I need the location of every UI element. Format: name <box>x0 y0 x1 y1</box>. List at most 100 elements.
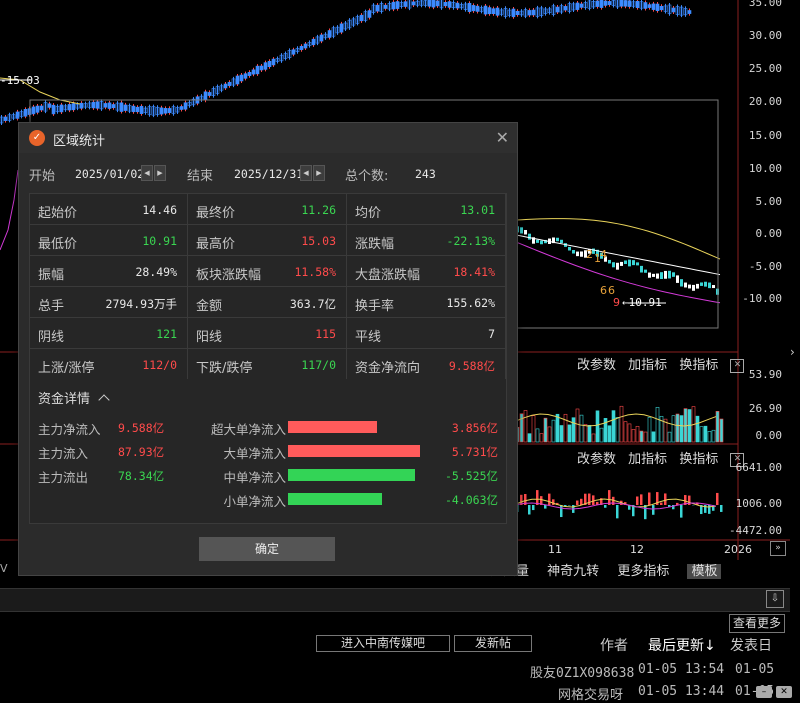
stat-label: 阳线 <box>196 326 222 345</box>
stat-value: 117/0 <box>301 358 336 372</box>
scroll-right-icon[interactable]: » <box>770 541 786 556</box>
price-tick: 25.00 <box>722 62 782 75</box>
fund-left-value: 78.34亿 <box>118 468 164 484</box>
view-more-button[interactable]: 查看更多 <box>729 614 785 633</box>
indicator-tabs: 成交量 神奇九转 更多指标 模板 <box>490 560 735 580</box>
stat-cell: 均价13.01 <box>347 194 506 225</box>
left-magenta-line <box>0 170 18 250</box>
add-indicator-button[interactable]: 加指标 <box>628 452 667 467</box>
end-next-icon[interactable]: ▶ <box>313 165 325 181</box>
stat-cell: 换手率155.62% <box>347 287 506 318</box>
start-date-field[interactable]: 2025/01/02 <box>75 167 144 181</box>
nine-turn-label-1: 2 <box>586 248 593 261</box>
stat-label: 最高价 <box>196 233 235 252</box>
fund-bar <box>288 493 382 505</box>
stat-cell: 总手2794.93万手 <box>30 287 188 318</box>
chevron-up-icon <box>98 394 109 405</box>
start-label: 开始 <box>29 165 55 184</box>
volume-bars <box>516 406 723 442</box>
close-icon[interactable]: ✕ <box>776 686 792 698</box>
stat-label: 起始价 <box>38 202 77 221</box>
nine-turn-label-4: 6 <box>600 284 607 297</box>
fund-right-value: 5.731亿 <box>452 444 498 460</box>
change-params-button[interactable]: 改参数 <box>577 358 616 373</box>
tab-more-indicators[interactable]: 更多指标 <box>617 564 669 579</box>
stat-cell: 大盘涨跌幅18.41% <box>347 256 506 287</box>
stat-cell: 阴线 121 <box>30 318 188 349</box>
stat-cell: 资金净流向9.588亿 <box>347 349 506 380</box>
download-icon[interactable]: ⇩ <box>766 590 784 608</box>
count-value: 243 <box>415 167 436 181</box>
stat-label: 资金净流向 <box>355 357 420 376</box>
stat-cell: 最低价10.91 <box>30 225 188 256</box>
high-price-prefix: - <box>0 74 7 87</box>
stat-label: 上涨/涨停 <box>38 357 94 376</box>
count-label: 总个数: <box>345 165 388 184</box>
post-last-update: 01-05 13:54 <box>638 662 724 677</box>
end-label: 结束 <box>187 165 213 184</box>
stat-cell: 平线7 <box>347 318 506 349</box>
x-axis-month: 2026 <box>724 543 752 556</box>
indicator-1-tick: 53.90 <box>712 368 782 381</box>
fund-right-label: 大单净流入 <box>223 443 286 462</box>
stat-value: 7 <box>488 327 495 341</box>
post-author[interactable]: 股友0Z1X098638 <box>530 662 634 681</box>
tab-magic-nine[interactable]: 神奇九转 <box>547 564 599 579</box>
left-edge-label: V <box>0 562 8 575</box>
column-post-date[interactable]: 发表日 <box>730 635 772 655</box>
stat-value: 121 <box>156 327 177 341</box>
stat-value: 115 <box>315 327 336 341</box>
stat-value: 18.41% <box>453 265 495 279</box>
stat-cell: 振幅28.49% <box>30 256 188 287</box>
stat-value: 155.62% <box>447 296 495 310</box>
start-prev-icon[interactable]: ◀ <box>141 165 153 181</box>
stat-value: 28.49% <box>135 265 177 279</box>
fund-left-value: 9.588亿 <box>118 420 164 436</box>
high-price-marker: -15.03 <box>0 74 40 87</box>
column-last-update[interactable]: 最后更新↓ <box>648 635 716 655</box>
side-handle-icon[interactable]: › <box>790 345 795 359</box>
fund-left-value: 87.93亿 <box>118 444 164 460</box>
stat-value: 10.91 <box>142 234 177 248</box>
dialog-title-bar[interactable]: ✓ 区域统计 ✕ <box>19 123 517 153</box>
stat-label: 下跌/跌停 <box>196 357 252 376</box>
stat-value: 13.01 <box>460 203 495 217</box>
stat-label: 阴线 <box>38 326 64 345</box>
low-price-prefix: ← <box>622 296 629 309</box>
stat-value: 363.7亿 <box>290 296 336 312</box>
bollinger-upper-line <box>516 219 720 260</box>
fund-detail-section: 资金详情 主力净流入9.588亿主力流入87.93亿主力流出78.34亿超大单净… <box>29 379 507 524</box>
change-params-button[interactable]: 改参数 <box>577 452 616 467</box>
price-tick: 20.00 <box>722 95 782 108</box>
tab-template[interactable]: 模板 <box>687 564 721 579</box>
add-indicator-button[interactable]: 加指标 <box>628 358 667 373</box>
end-date-field[interactable]: 2025/12/31 <box>234 167 303 181</box>
fund-detail-toggle[interactable]: 资金详情 <box>38 388 108 407</box>
enter-forum-button[interactable]: 进入中南传媒吧 <box>316 635 450 652</box>
fund-right-value: 3.856亿 <box>452 420 498 436</box>
nine-turn-label-3: 4 <box>600 248 607 261</box>
indicator-2-tick: 6641.00 <box>712 461 782 474</box>
post-last-update: 01-05 13:44 <box>638 684 724 699</box>
column-author[interactable]: 作者 <box>600 635 628 655</box>
stat-value: -22.13% <box>447 234 495 248</box>
ok-button[interactable]: 确定 <box>199 537 335 561</box>
close-icon[interactable]: ✕ <box>496 128 509 147</box>
post-author[interactable]: 网格交易呀 <box>558 684 623 703</box>
end-prev-icon[interactable]: ◀ <box>300 165 312 181</box>
start-next-icon[interactable]: ▶ <box>154 165 166 181</box>
stat-cell: 板块涨跌幅11.58% <box>188 256 347 287</box>
new-post-button[interactable]: 发新帖 <box>454 635 532 652</box>
stat-cell: 下跌/跌停 117/0 <box>188 349 347 380</box>
stat-cell: 涨跌幅-22.13% <box>347 225 506 256</box>
minimize-icon[interactable]: – <box>756 686 772 698</box>
price-tick: 0.00 <box>722 227 782 240</box>
stat-label: 板块涨跌幅 <box>196 264 261 283</box>
fund-detail-title: 资金详情 <box>38 392 90 407</box>
stat-cell: 最高价15.03 <box>188 225 347 256</box>
stat-cell: 最终价11.26 <box>188 194 347 225</box>
stat-value: 2794.93万手 <box>106 296 177 312</box>
fund-left-label: 主力流入 <box>38 443 88 462</box>
price-tick: 30.00 <box>722 29 782 42</box>
low-price-marker: ←10.91 <box>622 296 662 309</box>
